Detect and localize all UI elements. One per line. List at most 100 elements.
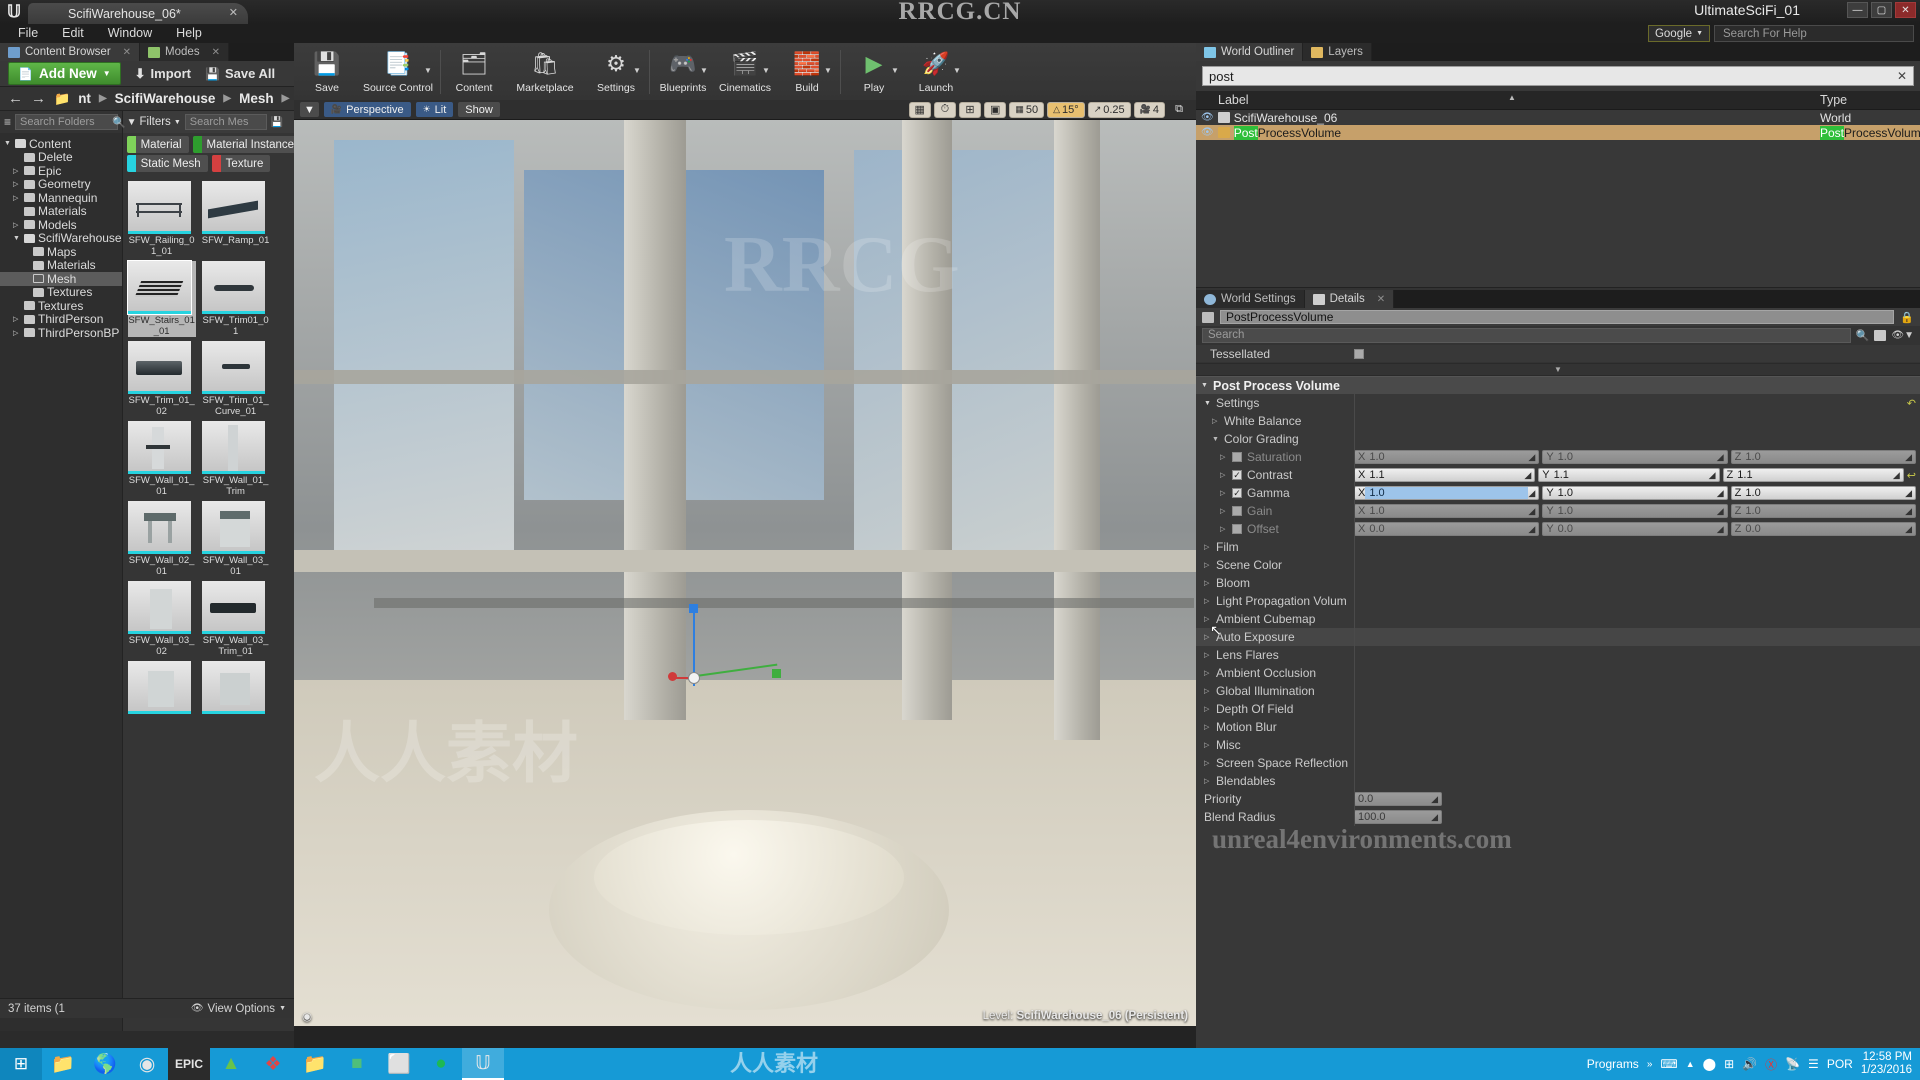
column-label[interactable]: Label ▲ [1196,93,1820,107]
dropbox-icon[interactable]: ⬤ [1703,1057,1716,1071]
collapse-triangle-icon[interactable]: ▷ [13,180,21,188]
substance-icon[interactable]: ■ [336,1048,378,1080]
collapse-triangle-icon[interactable]: ▷ [1204,651,1211,659]
collapse-triangle-icon[interactable]: ▷ [1220,453,1227,461]
folder-tree-item-textures[interactable]: Textures [0,285,122,299]
filter-chip-texture[interactable]: Texture [211,155,271,172]
folder-tree-item-mesh[interactable]: Mesh [0,272,122,286]
asset-tile[interactable] [201,661,270,716]
asset-tile[interactable]: SFW_Wall_03_01 [201,501,270,577]
expand-triangle-icon[interactable]: ▼ [4,140,12,147]
details-section-ambient-occlusion[interactable]: ▷ Ambient Occlusion [1196,664,1920,682]
chevron-down-icon[interactable]: ▼ [891,66,904,75]
tab-details[interactable]: Details ✕ [1304,290,1395,308]
scale-snap-chip[interactable]: ↗ 0.25 [1087,101,1131,118]
show-button[interactable]: Show [458,102,500,117]
perspective-button[interactable]: 🎥 Perspective [323,102,411,117]
asset-tile[interactable]: SFW_Trim_01_02 [127,341,196,417]
collapse-triangle-icon[interactable]: ▷ [1204,543,1211,551]
folder-tree-item-content[interactable]: ▼ Content [0,137,122,151]
windows-icon[interactable]: ⊞ [1724,1057,1734,1071]
tree-collapse-icon[interactable]: ≡ [4,115,11,129]
collapse-triangle-icon[interactable]: ▷ [13,194,21,202]
filter-chip-static-mesh[interactable]: Static Mesh [126,155,208,172]
asset-tile[interactable] [127,661,196,716]
collapse-triangle-icon[interactable]: ▷ [1204,723,1211,731]
details-section-ambient-cubemap[interactable]: ▷ Ambient Cubemap [1196,610,1920,628]
close-icon[interactable]: ✕ [1377,294,1385,305]
file-explorer-icon[interactable]: 📁 [42,1048,84,1080]
spinner-icon[interactable]: ◢ [1709,470,1716,481]
minimize-button[interactable]: — [1847,2,1868,18]
level-viewport[interactable]: 人人素材 RRCG ◉ Level: ScifiWarehouse_06 (Pe… [294,120,1196,1026]
details-section-auto-exposure[interactable]: ▷ Auto Exposure ↖ [1196,622,1920,646]
blend-radius-row[interactable]: Blend Radius 100.0 ◢ [1196,808,1920,826]
asset-tile[interactable]: SFW_Wall_03_02 [127,581,196,657]
folder-yellow-icon[interactable]: 📁 [294,1048,336,1080]
spinner-icon[interactable]: ◢ [1717,524,1724,535]
layout-icon[interactable]: ⊞ [958,101,981,118]
gain-y-field[interactable]: Y 1.0 ◢ [1542,504,1728,518]
priority-field[interactable]: 0.0 ◢ [1354,792,1442,806]
asset-tile[interactable]: SFW_Wall_02_01 [127,501,196,577]
folder-tree-item-scifiwarehouse[interactable]: ▼ ScifiWarehouse [0,231,122,245]
spinner-icon[interactable]: ◢ [1528,488,1535,499]
collapse-triangle-icon[interactable]: ▷ [1204,705,1211,713]
chevron-down-icon[interactable]: ▼ [424,66,437,75]
view-options-button[interactable]: 👁 View Options ▼ [191,1003,286,1015]
collapse-triangle-icon[interactable]: ▷ [1204,687,1211,695]
folder-tree-item-models[interactable]: ▷ Models [0,218,122,232]
collapse-triangle-icon[interactable]: ▷ [1220,507,1227,515]
spinner-icon[interactable]: ◢ [1431,812,1438,823]
spinner-icon[interactable]: ◢ [1717,488,1724,499]
expand-triangle-icon[interactable]: ▼ [13,235,21,242]
add-new-button[interactable]: 📄 Add New ▼ [8,62,121,85]
grid-snap-chip[interactable]: ▦ 50 [1009,101,1045,118]
contrast-checkbox[interactable]: ✓ [1232,470,1242,480]
grid-view-icon[interactable] [1874,330,1887,341]
launch-button[interactable]: 🚀 Launch ▼ [905,44,967,99]
collapse-triangle-icon[interactable]: ▷ [1204,561,1211,569]
grid-toggle-icon[interactable]: ▦ [908,101,931,118]
details-group-white-balance[interactable]: ▷ White Balance [1196,412,1920,430]
spotify-icon[interactable]: ● [420,1048,462,1080]
visibility-eye-icon[interactable]: 👁 [1201,112,1214,123]
post-process-volume-category[interactable]: ▼ Post Process Volume [1196,376,1920,394]
priority-row[interactable]: Priority 0.0 ◢ [1196,790,1920,808]
folder-tree-item-maps[interactable]: Maps [0,245,122,259]
menu-item-edit[interactable]: Edit [50,24,96,43]
keyboard-icon[interactable]: ⌨ [1660,1057,1677,1071]
gamma-y-field[interactable]: Y 1.0 ◢ [1542,486,1728,500]
language-indicator[interactable]: POR [1827,1057,1853,1071]
collapse-triangle-icon[interactable]: ▷ [1220,489,1227,497]
realtime-icon[interactable]: ⏱ [933,101,956,118]
spinner-icon[interactable]: ◢ [1528,452,1535,463]
forward-button[interactable]: → [31,90,46,107]
viewport-menu-icon[interactable]: ▼ [300,102,319,117]
collapse-triangle-icon[interactable]: ▷ [13,221,21,229]
tab-layers[interactable]: Layers [1303,43,1372,61]
tray-overflow-icon[interactable]: » [1647,1059,1653,1070]
revert-icon[interactable]: ↩ [1907,469,1916,482]
color-grading-gain[interactable]: ▷ Gain X 1.0 ◢ Y 1.0 ◢ Z 1.0 ◢ [1196,502,1920,520]
filters-button[interactable]: ▼ Filters ▼ [127,116,181,128]
avira-icon[interactable]: Ⓧ [1765,1056,1777,1073]
outliner-search-input[interactable]: post ✕ [1202,66,1914,86]
details-section-depth-of-field[interactable]: ▷ Depth Of Field [1196,700,1920,718]
details-section-film[interactable]: ▷ Film [1196,538,1920,556]
asset-tile[interactable]: SFW_Wall_01_Trim [201,421,270,497]
close-icon[interactable]: ✕ [229,6,238,19]
tab-content-browser[interactable]: Content Browser ✕ [0,43,141,61]
asset-tile[interactable]: SFW_Ramp_01 [201,181,270,257]
tab-world-outliner[interactable]: World Outliner [1196,43,1304,61]
gain-checkbox[interactable] [1232,506,1242,516]
details-group-color-grading[interactable]: ▼ Color Grading [1196,430,1920,448]
back-button[interactable]: ← [8,90,23,107]
help-search-input[interactable]: Search For Help [1714,25,1914,42]
collapse-triangle-icon[interactable]: ▷ [1220,471,1227,479]
outliner-row[interactable]: 👁 PostProcessVolume PostProcessVolume [1196,125,1920,140]
gizmo-z-handle[interactable] [689,604,698,613]
folder-tree-item-textures[interactable]: Textures [0,299,122,313]
revert-icon[interactable]: ↶ [1907,397,1916,410]
folder-tree-item-delete[interactable]: Delete [0,150,122,164]
